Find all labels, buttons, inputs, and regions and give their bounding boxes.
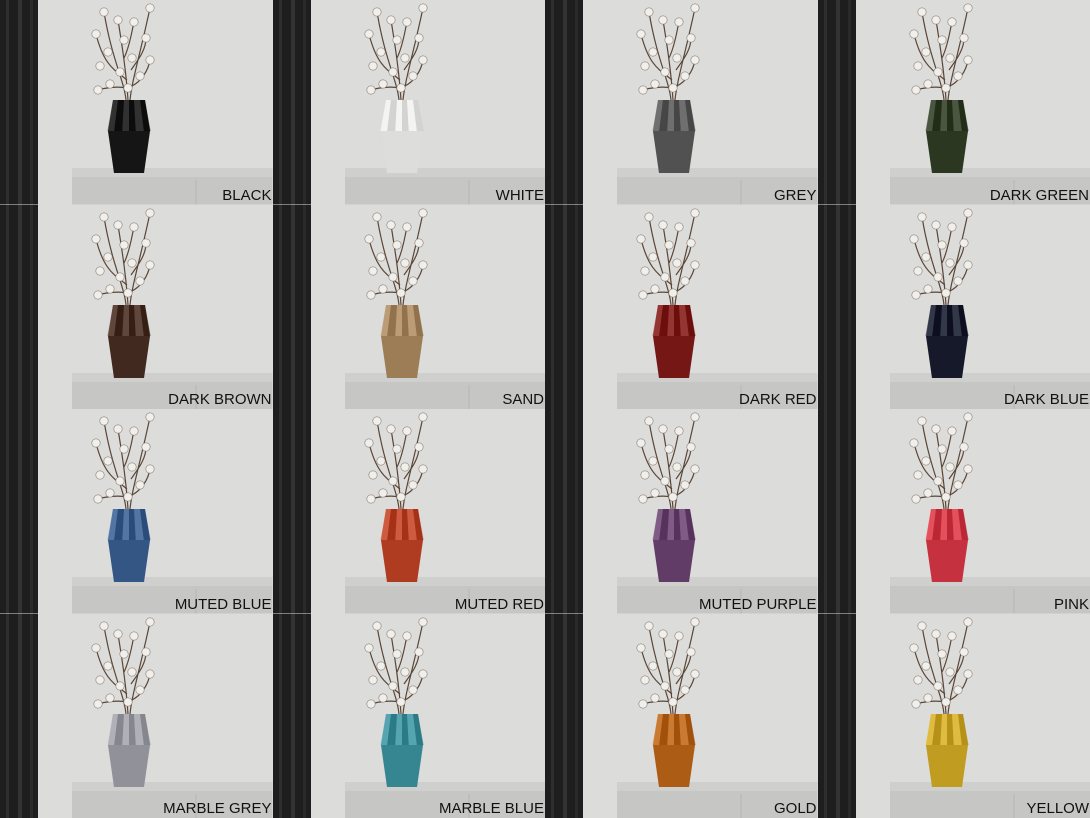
color-swatch-tile: BLACK	[0, 0, 273, 205]
color-swatch-tile: WHITE	[272, 0, 545, 205]
color-name-label: DARK BROWN	[168, 391, 272, 408]
color-name-label: DARK BLUE	[1003, 391, 1089, 408]
color-swatch-tile: MUTED BLUE	[0, 409, 273, 614]
color-name-label: MARBLE BLUE	[438, 800, 544, 817]
color-swatch-tile: DARK BLUE	[817, 204, 1090, 409]
color-name-label: MUTED RED	[454, 595, 544, 613]
color-swatch-tile: DARK RED	[545, 204, 818, 409]
color-name-label: YELLOW	[1026, 800, 1089, 817]
color-name-label: GREY	[773, 186, 817, 204]
color-name-label: BLACK	[222, 186, 272, 204]
color-swatch-tile: GREY	[545, 0, 818, 205]
color-swatch-tile: YELLOW	[817, 613, 1090, 818]
color-swatch-tile: MUTED PURPLE	[545, 409, 818, 614]
color-name-label: DARK GREEN	[989, 186, 1089, 204]
color-swatch-grid: BLACK WHITE GREY DARK GREEN DARK BROWN S…	[0, 0, 1090, 818]
color-swatch-tile: PINK	[817, 409, 1090, 614]
color-swatch-tile: MUTED RED	[272, 409, 545, 614]
color-swatch-tile: DARK BROWN	[0, 204, 273, 409]
color-name-label: MUTED BLUE	[174, 595, 272, 613]
color-name-label: PINK	[1053, 595, 1089, 613]
color-swatch-tile: MARBLE BLUE	[272, 613, 545, 818]
color-swatch-tile: SAND	[272, 204, 545, 409]
color-name-label: WHITE	[495, 186, 544, 204]
color-swatch-tile: GOLD	[545, 613, 818, 818]
color-name-label: MARBLE GREY	[163, 800, 272, 817]
color-name-label: SAND	[502, 391, 544, 408]
color-name-label: DARK RED	[738, 391, 817, 408]
color-name-label: MUTED PURPLE	[698, 595, 817, 613]
color-swatch-tile: MARBLE GREY	[0, 613, 273, 818]
color-name-label: GOLD	[773, 800, 817, 817]
color-swatch-tile: DARK GREEN	[817, 0, 1090, 205]
